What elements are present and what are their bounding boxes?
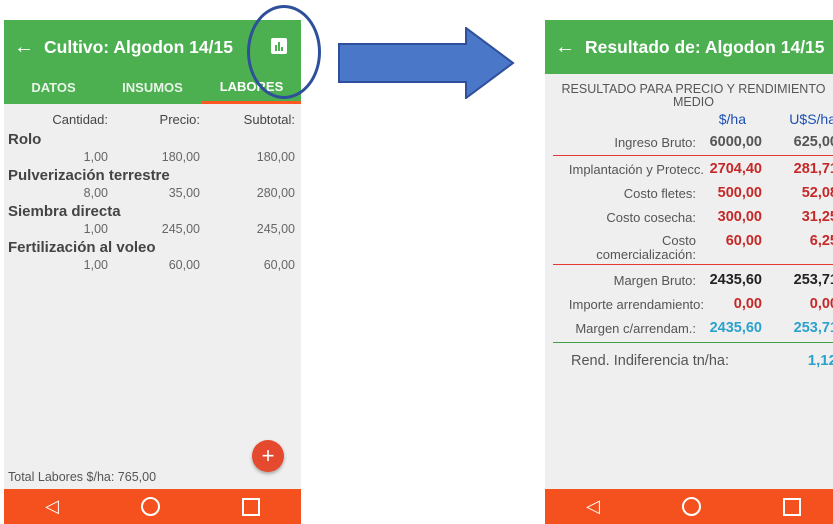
- nav-recents-icon[interactable]: [782, 497, 801, 516]
- back-arrow-icon[interactable]: ←: [545, 36, 585, 59]
- value-margen-arr-pesos: 2435,60: [709, 320, 762, 336]
- tab-datos[interactable]: DATOS: [4, 74, 103, 104]
- label-fletes: Costo fletes:: [623, 186, 696, 201]
- labor-subtotal: 60,00: [263, 258, 295, 272]
- header-cantidad: Cantidad:: [52, 112, 108, 127]
- label-implantacion: Implantación y Protecc.: [568, 162, 704, 177]
- label-ingreso: Ingreso Bruto:: [614, 135, 696, 150]
- labor-name[interactable]: Pulverización terrestre: [4, 166, 301, 185]
- labor-values: 1,00 60,00 60,00: [4, 257, 301, 273]
- tab-insumos[interactable]: INSUMOS: [103, 74, 202, 104]
- value-cosecha-pesos: 300,00: [717, 209, 762, 225]
- labor-subtotal: 280,00: [256, 186, 295, 200]
- value-arrendamiento-usd: 0,00: [809, 296, 833, 312]
- value-margen-bruto-pesos: 2435,60: [709, 272, 762, 288]
- row-fletes: Costo fletes: 500,00 52,08: [545, 182, 833, 206]
- header-precio: Precio:: [159, 112, 200, 127]
- label-margen-bruto: Margen Bruto:: [613, 273, 696, 288]
- label-comercializacion-line1: Costo: [662, 233, 696, 248]
- value-comercializacion-pesos: 60,00: [725, 233, 762, 249]
- labor-precio: 245,00: [161, 222, 200, 236]
- back-arrow-icon[interactable]: ←: [4, 36, 44, 59]
- labor-precio: 35,00: [168, 186, 200, 200]
- system-nav-bar: ◁: [4, 489, 301, 524]
- labor-cantidad: 1,00: [83, 258, 108, 272]
- value-ingreso-usd: 625,00: [793, 134, 833, 150]
- label-rend-indiferencia: Rend. Indiferencia tn/ha:: [571, 353, 729, 369]
- labor-cantidad: 1,00: [83, 150, 108, 164]
- labor-cantidad: 8,00: [83, 186, 108, 200]
- row-implantacion: Implantación y Protecc. 2704,40 281,71: [545, 158, 833, 182]
- result-header-line2: MEDIO: [673, 95, 714, 109]
- row-comercializacion: Costo comercialización: 60,00 6,25: [545, 230, 833, 264]
- label-arrendamiento: Importe arrendamiento:: [568, 297, 704, 312]
- highlight-circle: [247, 5, 321, 99]
- system-nav-bar: ◁: [545, 489, 833, 524]
- value-implantacion-usd: 281,71: [793, 161, 833, 177]
- left-phone-screen: ← Cultivo: Algodon 14/15 DATOS INSUMOS L…: [4, 20, 301, 524]
- value-fletes-pesos: 500,00: [717, 185, 762, 201]
- row-margen-arrendamiento: Margen c/arrendam.: 2435,60 253,71: [545, 317, 833, 341]
- nav-home-icon[interactable]: [140, 497, 160, 516]
- total-labores: Total Labores $/ha: 765,00: [8, 470, 157, 484]
- row-margen-bruto: Margen Bruto: 2435,60 253,71: [545, 269, 833, 293]
- labor-name[interactable]: Siembra directa: [4, 202, 301, 221]
- labores-list: Rolo 1,00 180,00 180,00 Pulverización terres…: [4, 130, 301, 273]
- value-implantacion-pesos: 2704,40: [709, 161, 762, 177]
- labor-cantidad: 1,00: [83, 222, 108, 236]
- value-margen-bruto-usd: 253,71: [793, 272, 833, 288]
- label-comercializacion: Costo comercialización:: [596, 234, 696, 262]
- row-ingreso-bruto: Ingreso Bruto: 6000,00 625,00: [545, 131, 833, 155]
- divider-green: [553, 342, 833, 343]
- value-rend-indiferencia: 1,12: [807, 352, 833, 369]
- app-bar: ← Resultado de: Algodon 14/15: [545, 20, 833, 74]
- value-arrendamiento-pesos: 0,00: [733, 296, 762, 312]
- labor-values: 1,00 180,00 180,00: [4, 149, 301, 165]
- nav-back-icon[interactable]: ◁: [45, 496, 59, 517]
- value-margen-arr-usd: 253,71: [793, 320, 833, 336]
- labor-precio: 60,00: [168, 258, 200, 272]
- currency-headers: $/ha U$S/ha: [545, 109, 833, 131]
- labor-name[interactable]: Rolo: [4, 130, 301, 149]
- nav-home-icon[interactable]: [681, 497, 701, 516]
- label-margen-arrendamiento: Margen c/arrendam.:: [575, 321, 696, 336]
- right-arrow-icon: [338, 27, 515, 99]
- page-title: Cultivo: Algodon 14/15: [44, 36, 233, 57]
- right-phone-screen: ← Resultado de: Algodon 14/15 RESULTADO …: [545, 20, 833, 524]
- column-headers: Cantidad: Precio: Subtotal:: [4, 104, 301, 129]
- divider-red: [553, 155, 833, 156]
- labor-precio: 180,00: [161, 150, 200, 164]
- result-header: RESULTADO PARA PRECIO Y RENDIMIENTO MEDI…: [545, 74, 833, 109]
- label-comercializacion-line2: comercialización:: [596, 247, 696, 262]
- labor-subtotal: 180,00: [256, 150, 295, 164]
- value-ingreso-pesos: 6000,00: [709, 134, 762, 150]
- add-button[interactable]: +: [252, 440, 284, 472]
- row-rend-indiferencia: Rend. Indiferencia tn/ha: 1,12: [545, 349, 833, 379]
- header-subtotal: Subtotal:: [243, 112, 295, 127]
- labor-values: 8,00 35,00 280,00: [4, 185, 301, 201]
- value-comercializacion-usd: 6,25: [809, 233, 833, 249]
- value-fletes-usd: 52,08: [801, 185, 833, 201]
- label-cosecha: Costo cosecha:: [606, 210, 696, 225]
- divider-red: [553, 264, 833, 265]
- labor-name[interactable]: Fertilización al voleo: [4, 238, 301, 257]
- labor-subtotal: 245,00: [256, 222, 295, 236]
- row-arrendamiento: Importe arrendamiento: 0,00 0,00: [545, 293, 833, 317]
- value-cosecha-usd: 31,25: [801, 209, 833, 225]
- col-usd: U$S/ha: [789, 111, 833, 127]
- row-cosecha: Costo cosecha: 300,00 31,25: [545, 206, 833, 230]
- nav-recents-icon[interactable]: [241, 497, 260, 516]
- nav-back-icon[interactable]: ◁: [586, 496, 600, 517]
- labor-values: 1,00 245,00 245,00: [4, 221, 301, 237]
- page-title: Resultado de: Algodon 14/15: [585, 36, 825, 57]
- col-pesos: $/ha: [718, 111, 746, 127]
